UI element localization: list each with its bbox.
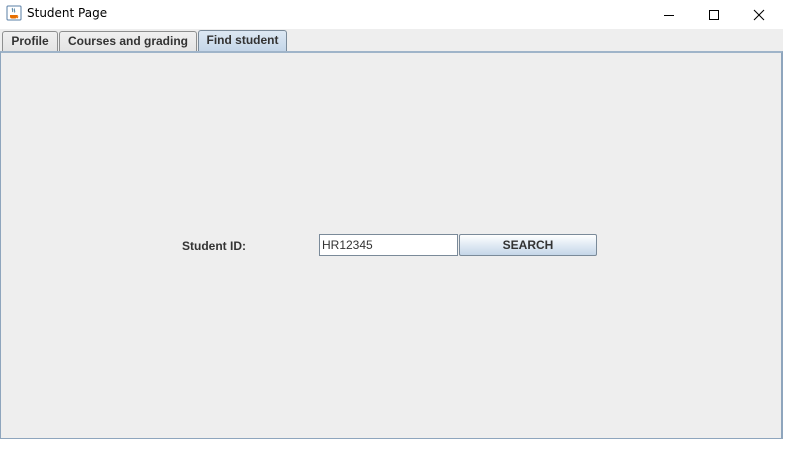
- java-coffee-cup-icon: [6, 5, 22, 21]
- tab-find-student[interactable]: Find student: [198, 30, 287, 52]
- student-id-input[interactable]: [319, 234, 458, 256]
- tab-profile[interactable]: Profile: [2, 31, 58, 51]
- minimize-button[interactable]: [646, 0, 692, 29]
- window-bottom-edge: [0, 439, 794, 456]
- close-icon: [753, 9, 765, 20]
- maximize-icon: [709, 9, 719, 20]
- student-id-label: Student ID:: [182, 239, 246, 253]
- title-bar[interactable]: Student Page: [0, 0, 794, 29]
- window-title: Student Page: [27, 6, 108, 20]
- application-window: Student Page Profile Courses and grading…: [0, 0, 794, 456]
- close-button[interactable]: [736, 0, 782, 29]
- tab-courses-and-grading[interactable]: Courses and grading: [59, 31, 197, 51]
- search-button[interactable]: SEARCH: [459, 234, 597, 256]
- maximize-button[interactable]: [691, 0, 737, 29]
- minimize-icon: [664, 14, 674, 16]
- tab-strip: Profile Courses and grading Find student: [0, 29, 783, 52]
